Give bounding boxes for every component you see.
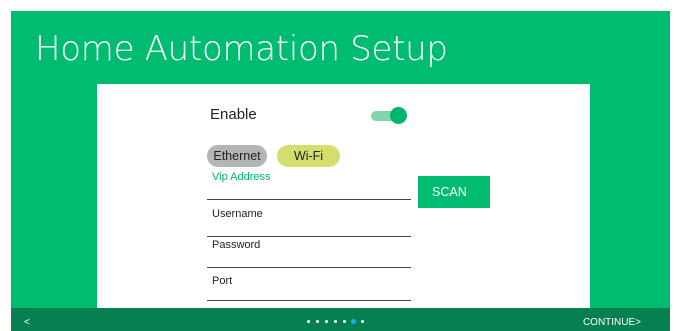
- wifi-chip[interactable]: Wi-Fi: [277, 145, 340, 167]
- page-dot: [361, 320, 364, 323]
- page-title: Home Automation Setup: [35, 29, 448, 69]
- setup-screen: Home Automation Setup Enable Ethernet Wi…: [11, 11, 670, 331]
- username-label: Username: [212, 208, 263, 220]
- toggle-thumb: [390, 107, 407, 124]
- password-label: Password: [212, 239, 261, 251]
- page-dot: [343, 320, 346, 323]
- continue-button[interactable]: CONTINUE>: [583, 317, 641, 328]
- enable-toggle[interactable]: [371, 107, 407, 124]
- port-field[interactable]: Port: [207, 272, 411, 301]
- page-dot: [334, 320, 337, 323]
- network-settings-card: Enable Ethernet Wi-Fi Vip Address Userna…: [97, 84, 590, 309]
- vip-address-field[interactable]: Vip Address: [207, 171, 411, 200]
- back-button[interactable]: <: [24, 317, 30, 328]
- username-field[interactable]: Username: [207, 208, 411, 237]
- page-dot: [316, 320, 319, 323]
- page-dot-active: [351, 319, 356, 324]
- ethernet-chip[interactable]: Ethernet: [207, 145, 267, 167]
- enable-label: Enable: [210, 106, 257, 123]
- vip-address-label: Vip Address: [212, 171, 271, 183]
- page-dot: [307, 320, 310, 323]
- scan-button[interactable]: SCAN: [418, 176, 490, 208]
- navigation-bar: < CONTINUE>: [11, 308, 670, 331]
- port-label: Port: [212, 275, 233, 287]
- page-dot: [325, 320, 328, 323]
- password-field[interactable]: Password: [207, 239, 411, 268]
